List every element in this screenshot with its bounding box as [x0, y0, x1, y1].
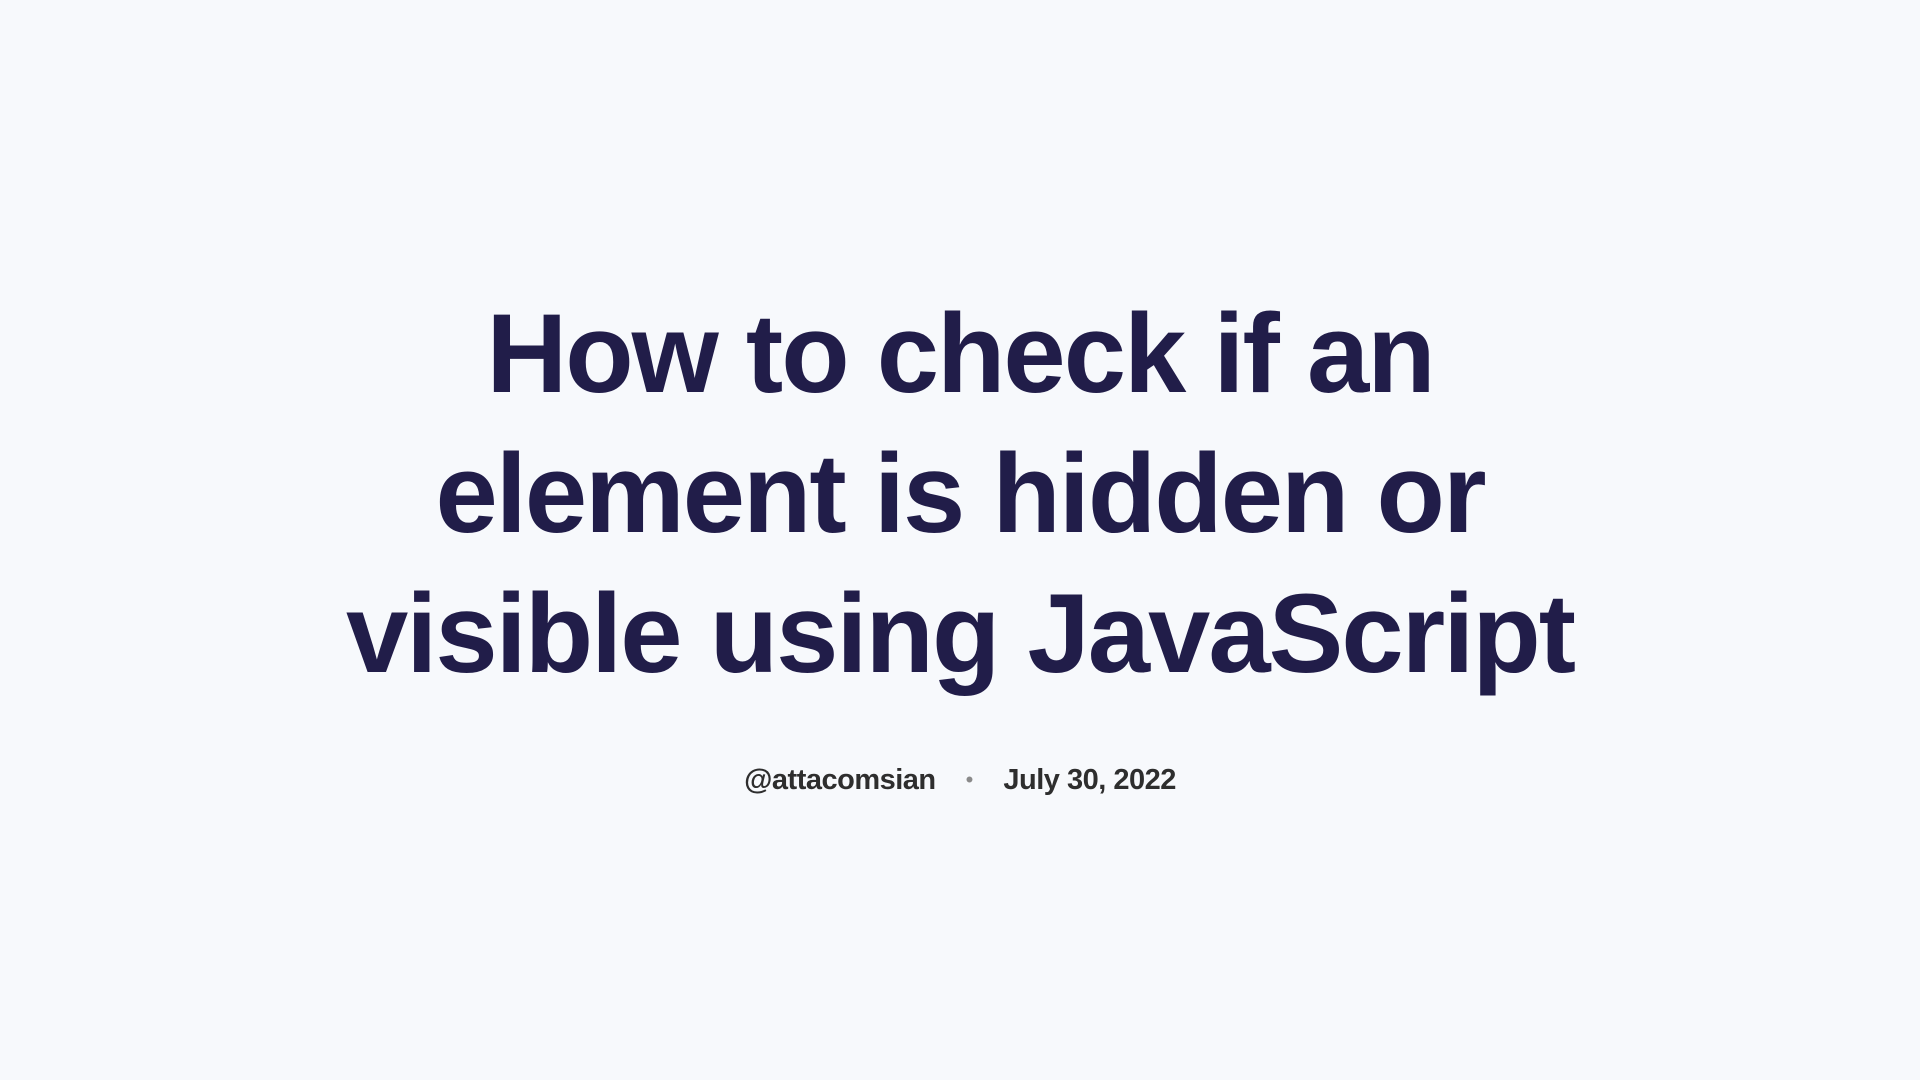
author-handle[interactable]: @attacomsian: [744, 764, 936, 797]
publish-date: July 30, 2022: [1003, 764, 1175, 797]
meta-separator: •: [966, 767, 974, 793]
article-header: How to check if an element is hidden or …: [260, 284, 1660, 797]
article-meta: @attacomsian • July 30, 2022: [300, 764, 1620, 797]
article-title: How to check if an element is hidden or …: [300, 284, 1620, 704]
